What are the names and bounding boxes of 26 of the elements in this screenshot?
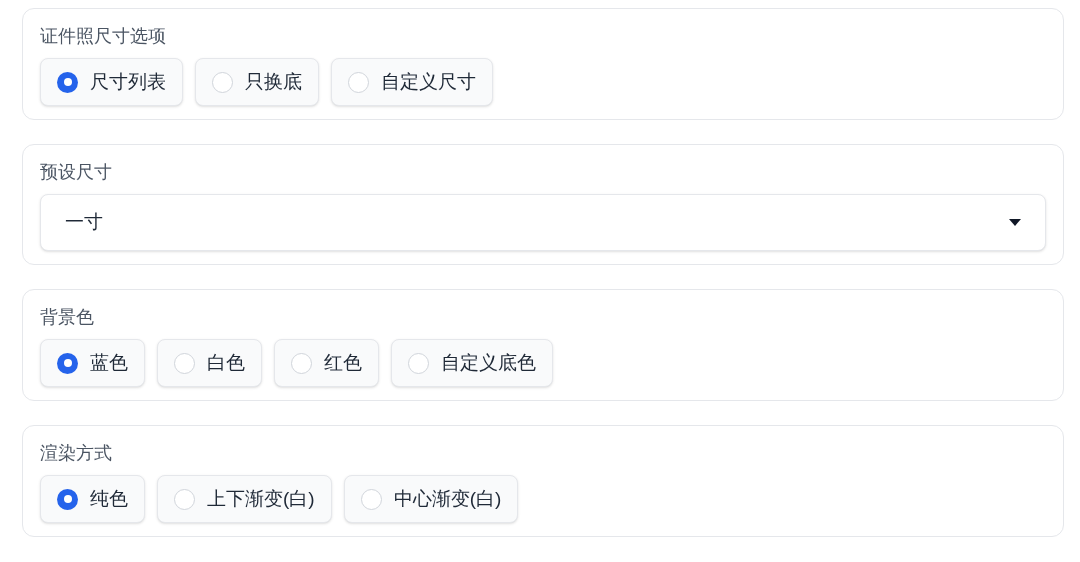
radio-option[interactable]: 中心渐变(白) <box>343 475 519 523</box>
radio-unchecked-icon <box>291 352 312 374</box>
radio-unchecked-icon <box>174 488 195 510</box>
radio-unchecked-icon <box>348 71 369 93</box>
radio-option[interactable]: 白色 <box>157 339 262 387</box>
radio-checked-icon <box>57 352 78 374</box>
radio-option[interactable]: 自定义底色 <box>391 339 553 387</box>
radio-unchecked-icon <box>174 352 195 374</box>
radio-unchecked-icon <box>360 488 382 510</box>
radio-option[interactable]: 蓝色 <box>40 339 145 387</box>
section-label: 预设尺寸 <box>40 161 113 184</box>
radio-checked-icon <box>57 488 78 510</box>
radio-option[interactable]: 只换底 <box>195 58 319 106</box>
radio-option[interactable]: 上下渐变(白) <box>157 475 332 523</box>
radio-option[interactable]: 纯色 <box>40 475 145 523</box>
section-label: 证件照尺寸选项 <box>40 25 167 48</box>
radio-option[interactable]: 尺寸列表 <box>40 58 183 106</box>
radio-checked-icon <box>57 71 78 93</box>
radio-option[interactable]: 自定义尺寸 <box>331 58 493 106</box>
caret-down-icon <box>1009 219 1021 226</box>
dropdown-field[interactable]: 一寸 <box>40 194 1046 251</box>
section-label: 背景色 <box>40 306 95 329</box>
radio-unchecked-icon <box>408 352 429 374</box>
radio-option[interactable]: 红色 <box>274 339 379 387</box>
radio-unchecked-icon <box>212 71 233 93</box>
section-label: 渲染方式 <box>40 442 113 465</box>
